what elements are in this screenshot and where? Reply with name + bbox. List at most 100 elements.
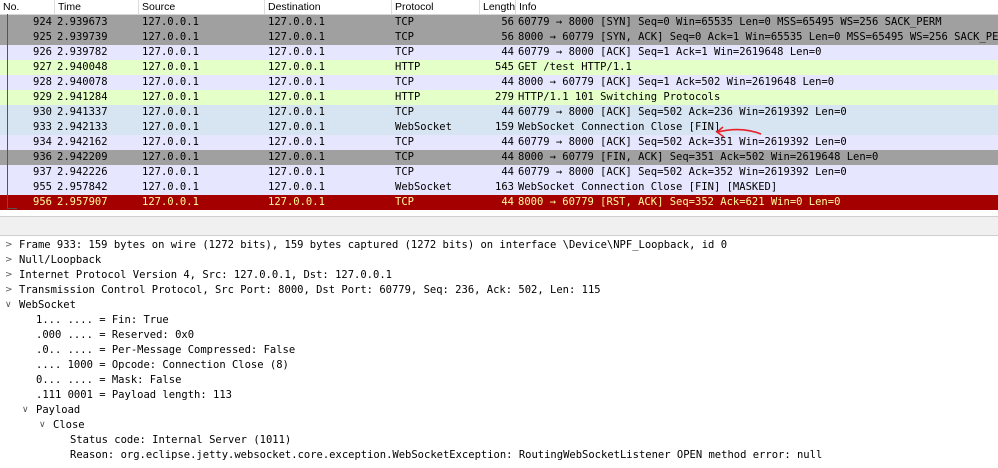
packet-cell-len: 163 [495, 181, 514, 193]
packet-row[interactable]: 933 2.942133 127.0.0.1 127.0.0.1 WebSocket 15… [0, 120, 998, 135]
tree-item-frame[interactable]: > Frame 933: 159 bytes on wire (1272 bits… [0, 238, 998, 253]
packet-cell-time: 2.942226 [57, 166, 108, 178]
packet-cell-info: 8000 → 60779 [RST, ACK] Seq=352 Ack=621 … [518, 196, 841, 208]
packet-cell-dst: 127.0.0.1 [268, 121, 325, 133]
chevron-right-icon[interactable]: > [5, 253, 13, 268]
packet-cell-info: 60779 → 8000 [SYN] Seq=0 Win=65535 Len=0… [518, 16, 942, 28]
tree-item-compressed[interactable]: .0.. .... = Per-Message Compressed: Fals… [0, 343, 998, 358]
packet-row[interactable]: 927 2.940048 127.0.0.1 127.0.0.1 HTTP 545 GET … [0, 60, 998, 75]
chevron-down-icon[interactable]: ∨ [22, 403, 29, 418]
column-header-info[interactable]: Info [516, 0, 998, 14]
packet-cell-len: 44 [501, 151, 514, 163]
chevron-right-icon[interactable]: > [5, 238, 13, 253]
packet-row[interactable]: 934 2.942162 127.0.0.1 127.0.0.1 TCP 44 60779 … [0, 135, 998, 150]
packet-cell-info: WebSocket Connection Close [FIN] [518, 121, 721, 133]
packet-cell-proto: TCP [395, 31, 414, 43]
packet-cell-dst: 127.0.0.1 [268, 166, 325, 178]
packet-row[interactable]: 937 2.942226 127.0.0.1 127.0.0.1 TCP 44 60779 … [0, 165, 998, 180]
pane-splitter[interactable] [0, 216, 998, 236]
chevron-right-icon[interactable]: > [5, 268, 13, 283]
packet-cell-proto: HTTP [395, 61, 421, 73]
packet-cell-proto: HTTP [395, 91, 421, 103]
packet-cell-len: 44 [501, 136, 514, 148]
chevron-down-icon[interactable]: ∨ [5, 298, 12, 313]
packet-cell-src: 127.0.0.1 [142, 61, 199, 73]
packet-cell-time: 2.939782 [57, 46, 108, 58]
tree-item-payload-length[interactable]: .111 0001 = Payload length: 113 [0, 388, 998, 403]
packet-list[interactable]: No. Time Source Destination Protocol Len… [0, 0, 998, 216]
column-header-length[interactable]: Length [480, 0, 516, 14]
packet-row[interactable]: 925 2.939739 127.0.0.1 127.0.0.1 TCP 56 8000 →… [0, 30, 998, 45]
chevron-right-icon[interactable]: > [5, 283, 13, 298]
column-header-time[interactable]: Time [55, 0, 139, 14]
packet-cell-info: 8000 → 60779 [ACK] Seq=1 Ack=502 Win=261… [518, 76, 835, 88]
packet-cell-src: 127.0.0.1 [142, 136, 199, 148]
packet-cell-info: 60779 → 8000 [ACK] Seq=1 Ack=1 Win=26196… [518, 46, 822, 58]
packet-cell-src: 127.0.0.1 [142, 46, 199, 58]
packet-rows: 924 2.939673 127.0.0.1 127.0.0.1 TCP 56 60779 … [0, 15, 998, 210]
packet-cell-len: 44 [501, 46, 514, 58]
tree-item-payload[interactable]: ∨ Payload [0, 403, 998, 418]
column-header-destination[interactable]: Destination [265, 0, 392, 14]
packet-cell-time: 2.942133 [57, 121, 108, 133]
tree-item-fin[interactable]: 1... .... = Fin: True [0, 313, 998, 328]
packet-row[interactable]: 930 2.941337 127.0.0.1 127.0.0.1 TCP 44 60779 … [0, 105, 998, 120]
red-arrow-annotation [715, 126, 762, 138]
packet-cell-info: 60779 → 8000 [ACK] Seq=502 Ack=352 Win=2… [518, 166, 847, 178]
packet-row[interactable]: 928 2.940078 127.0.0.1 127.0.0.1 TCP 44 8000 →… [0, 75, 998, 90]
packet-cell-len: 44 [501, 196, 514, 208]
packet-cell-proto: TCP [395, 106, 414, 118]
tree-item-close[interactable]: ∨ Close [0, 418, 998, 433]
conversation-bracket [7, 14, 8, 209]
packet-cell-proto: TCP [395, 76, 414, 88]
packet-cell-time: 2.940078 [57, 76, 108, 88]
packet-cell-time: 2.939673 [57, 16, 108, 28]
packet-row[interactable]: 956 2.957907 127.0.0.1 127.0.0.1 TCP 44 8000 →… [0, 195, 998, 210]
tree-item-status-code[interactable]: Status code: Internal Server (1011) [0, 433, 998, 448]
tree-item-reserved[interactable]: .000 .... = Reserved: 0x0 [0, 328, 998, 343]
packet-cell-proto: TCP [395, 196, 414, 208]
tree-item-websocket[interactable]: ∨ WebSocket [0, 298, 998, 313]
packet-cell-proto: TCP [395, 46, 414, 58]
packet-cell-proto: WebSocket [395, 121, 452, 133]
packet-row[interactable]: 924 2.939673 127.0.0.1 127.0.0.1 TCP 56 60779 … [0, 15, 998, 30]
column-header-no[interactable]: No. [0, 0, 55, 14]
packet-cell-src: 127.0.0.1 [142, 16, 199, 28]
packet-cell-len: 545 [495, 61, 514, 73]
tree-item-ipv4[interactable]: > Internet Protocol Version 4, Src: 127.0… [0, 268, 998, 283]
packet-list-header: No. Time Source Destination Protocol Len… [0, 0, 998, 15]
packet-cell-info: 60779 → 8000 [ACK] Seq=502 Ack=236 Win=2… [518, 106, 847, 118]
tree-item-null-loopback[interactable]: > Null/Loopback [0, 253, 998, 268]
packet-cell-dst: 127.0.0.1 [268, 136, 325, 148]
packet-row[interactable]: 929 2.941284 127.0.0.1 127.0.0.1 HTTP 279 HTTP… [0, 90, 998, 105]
packet-cell-proto: WebSocket [395, 181, 452, 193]
packet-row[interactable]: 955 2.957842 127.0.0.1 127.0.0.1 WebSocket 16… [0, 180, 998, 195]
packet-cell-len: 44 [501, 166, 514, 178]
tree-item-opcode[interactable]: .... 1000 = Opcode: Connection Close (8) [0, 358, 998, 373]
packet-cell-src: 127.0.0.1 [142, 91, 199, 103]
packet-cell-dst: 127.0.0.1 [268, 46, 325, 58]
packet-cell-len: 44 [501, 106, 514, 118]
packet-details-tree: > Frame 933: 159 bytes on wire (1272 bits… [0, 238, 998, 468]
chevron-down-icon[interactable]: ∨ [39, 418, 46, 433]
packet-cell-time: 2.940048 [57, 61, 108, 73]
tree-item-tcp[interactable]: > Transmission Control Protocol, Src Port… [0, 283, 998, 298]
column-header-protocol[interactable]: Protocol [392, 0, 480, 14]
packet-cell-dst: 127.0.0.1 [268, 31, 325, 43]
packet-cell-dst: 127.0.0.1 [268, 151, 325, 163]
packet-row[interactable]: 936 2.942209 127.0.0.1 127.0.0.1 TCP 44 8000 →… [0, 150, 998, 165]
packet-cell-src: 127.0.0.1 [142, 151, 199, 163]
packet-cell-src: 127.0.0.1 [142, 196, 199, 208]
packet-cell-info: 8000 → 60779 [SYN, ACK] Seq=0 Ack=1 Win=… [518, 31, 998, 43]
packet-cell-info: GET /test HTTP/1.1 [518, 61, 632, 73]
packet-cell-src: 127.0.0.1 [142, 31, 199, 43]
tree-item-mask[interactable]: 0... .... = Mask: False [0, 373, 998, 388]
packet-cell-proto: TCP [395, 16, 414, 28]
packet-cell-src: 127.0.0.1 [142, 106, 199, 118]
column-header-source[interactable]: Source [139, 0, 265, 14]
tree-item-reason[interactable]: Reason: org.eclipse.jetty.websocket.core… [0, 448, 998, 463]
packet-cell-time: 2.941284 [57, 91, 108, 103]
packet-row[interactable]: 926 2.939782 127.0.0.1 127.0.0.1 TCP 44 60779 … [0, 45, 998, 60]
packet-cell-src: 127.0.0.1 [142, 121, 199, 133]
packet-cell-src: 127.0.0.1 [142, 76, 199, 88]
